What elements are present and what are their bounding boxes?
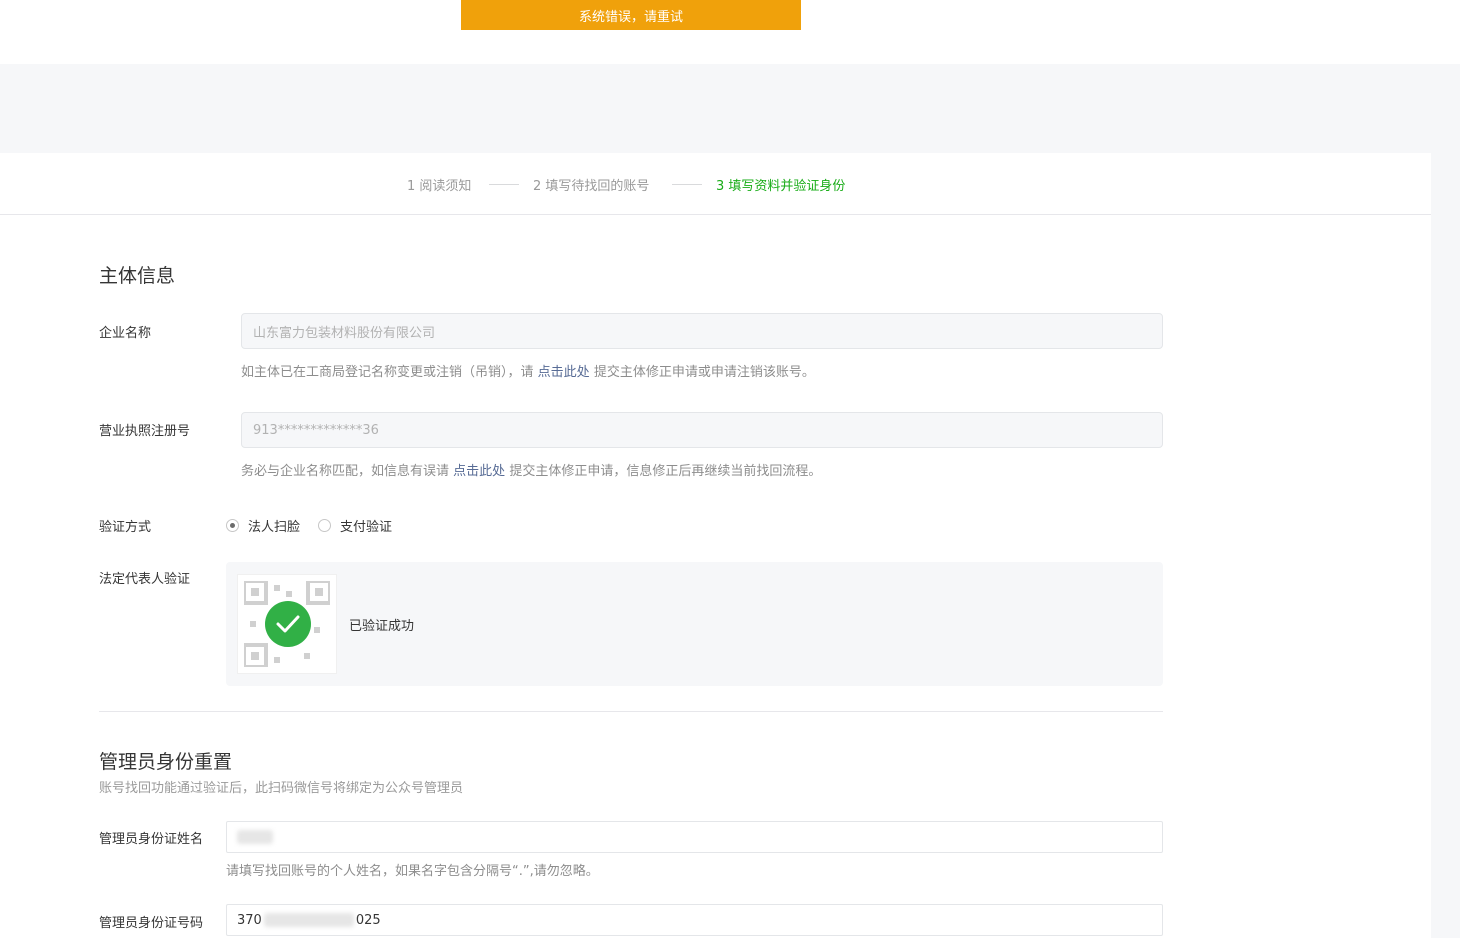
- hint-text: 提交主体修正申请或申请注销该账号。: [593, 365, 815, 380]
- legal-rep-verify-label: 法定代表人验证: [99, 572, 191, 587]
- verify-method-radio-group: 法人扫脸 支付验证: [226, 516, 410, 535]
- license-number-value: 913*************36: [253, 422, 379, 438]
- admin-id-suffix: 025: [355, 912, 381, 928]
- license-number-hint: 务必与企业名称匹配，如信息有误请 点击此处 提交主体修正申请，信息修正后再继续当…: [241, 460, 821, 479]
- admin-section-subtitle: 账号找回功能通过验证后，此扫码微信号将绑定为公众号管理员: [99, 781, 464, 796]
- admin-name-hint: 请填写找回账号的个人姓名，如果名字包含分隔号“.”,请勿忽略。: [226, 864, 599, 879]
- step-separator: [489, 184, 519, 185]
- step-2: 2 填写待找回的账号: [533, 179, 650, 194]
- hint-text: 务必与企业名称匹配，如信息有误请: [241, 464, 450, 479]
- main-card: 1 阅读须知 2 填写待找回的账号 3 填写资料并验证身份 主体信息 企业名称 …: [0, 153, 1431, 938]
- company-correction-link[interactable]: 点击此处: [538, 365, 590, 380]
- verify-status-text: 已验证成功: [349, 619, 415, 634]
- step-1: 1 阅读须知: [407, 179, 472, 194]
- company-name-label: 企业名称: [99, 326, 152, 341]
- step-bar: 1 阅读须知 2 填写待找回的账号 3 填写资料并验证身份: [0, 153, 1431, 215]
- redacted-value: [263, 913, 354, 927]
- radio-face-scan[interactable]: 法人扫脸: [226, 516, 300, 535]
- section-divider: [99, 711, 1163, 712]
- company-name-value: 山东富力包装材料股份有限公司: [253, 325, 436, 341]
- verify-method-label: 验证方式: [99, 520, 152, 535]
- step-separator: [672, 184, 702, 185]
- radio-unchecked-icon[interactable]: [318, 519, 332, 532]
- admin-id-prefix: 370: [237, 912, 262, 928]
- hint-text: 如主体已在工商局登记名称变更或注销（吊销），请: [241, 365, 534, 380]
- radio-checked-icon[interactable]: [226, 519, 239, 532]
- radio-payment-verify[interactable]: 支付验证: [318, 516, 392, 535]
- page: 系统错误，请重试 1 阅读须知 2 填写待找回的账号 3 填写资料并验证身份 主…: [0, 0, 1460, 938]
- error-toast-text: 系统错误，请重试: [578, 9, 683, 25]
- success-check-icon: [265, 601, 311, 647]
- qr-code: [237, 574, 337, 674]
- admin-section-title: 管理员身份重置: [99, 751, 233, 773]
- admin-name-label: 管理员身份证姓名: [99, 832, 204, 847]
- radio-label: 法人扫脸: [248, 520, 301, 535]
- license-correction-link[interactable]: 点击此处: [453, 464, 505, 479]
- company-name-hint: 如主体已在工商局登记名称变更或注销（吊销），请 点击此处 提交主体修正申请或申请…: [241, 361, 815, 380]
- admin-id-input[interactable]: 370 025: [226, 904, 1163, 936]
- admin-id-label: 管理员身份证号码: [99, 916, 204, 931]
- legal-rep-verify-box: 已验证成功: [226, 562, 1163, 686]
- redacted-value: [237, 830, 273, 844]
- subject-section-title: 主体信息: [99, 265, 176, 287]
- admin-name-input[interactable]: [226, 821, 1163, 853]
- license-number-label: 营业执照注册号: [99, 424, 191, 439]
- error-toast: 系统错误，请重试: [461, 0, 801, 30]
- step-3-active: 3 填写资料并验证身份: [716, 179, 846, 194]
- radio-label: 支付验证: [340, 520, 393, 535]
- license-number-input: 913*************36: [241, 412, 1163, 448]
- hint-text: 提交主体修正申请，信息修正后再继续当前找回流程。: [509, 464, 822, 479]
- company-name-input: 山东富力包装材料股份有限公司: [241, 313, 1163, 349]
